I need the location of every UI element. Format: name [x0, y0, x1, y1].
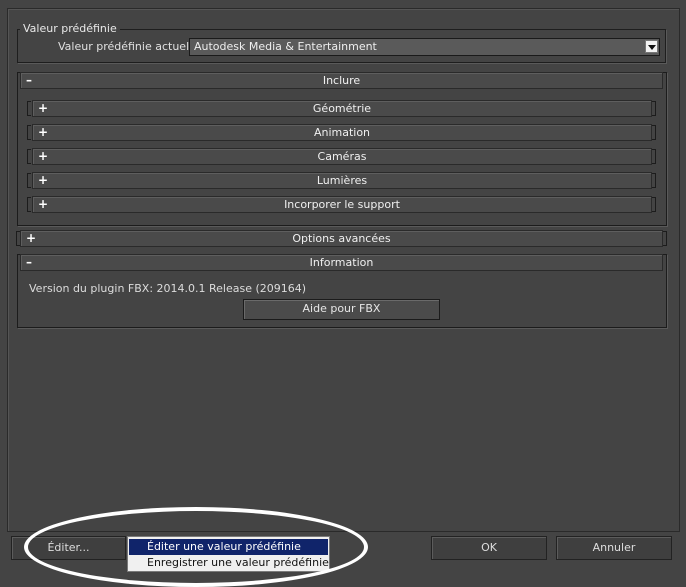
fbx-help-button[interactable]: Aide pour FBX [243, 299, 440, 320]
geometry-title: Géométrie [312, 102, 372, 115]
rollout-bracket [652, 149, 656, 164]
include-title: Inclure [322, 74, 361, 87]
current-preset-value: Autodesk Media & Entertainment [194, 40, 377, 53]
chevron-down-icon[interactable] [645, 40, 658, 53]
rollout-bracket [27, 125, 31, 140]
rollout-bracket [27, 149, 31, 164]
ok-button[interactable]: OK [431, 536, 547, 560]
rollout-bracket [27, 101, 31, 116]
plugin-version-text: Version du plugin FBX: 2014.0.1 Release … [29, 282, 307, 295]
include-rollout-header[interactable]: – Inclure [20, 72, 663, 89]
rollout-bracket [27, 197, 31, 212]
animation-rollout[interactable]: + Animation [32, 124, 652, 141]
cancel-button[interactable]: Annuler [556, 536, 672, 560]
rollout-bracket [27, 173, 31, 188]
rollout-bracket [652, 173, 656, 188]
cameras-title: Caméras [317, 150, 367, 163]
preset-group-title: Valeur prédéfinie [20, 22, 120, 35]
rollout-bracket [652, 197, 656, 212]
rollout-bracket [652, 101, 656, 116]
embed-media-rollout[interactable]: + Incorporer le support [32, 196, 652, 213]
geometry-rollout[interactable]: + Géométrie [32, 100, 652, 117]
advanced-options-title: Options avancées [292, 232, 391, 245]
information-rollout-header[interactable]: – Information [20, 254, 663, 271]
animation-title: Animation [313, 126, 371, 139]
advanced-options-rollout[interactable]: + Options avancées [20, 230, 663, 247]
rollout-bracket [663, 231, 667, 246]
information-title: Information [309, 256, 374, 269]
current-preset-label: Valeur prédéfinie actuelle: [58, 40, 203, 53]
cameras-rollout[interactable]: + Caméras [32, 148, 652, 165]
highlight-ellipse [24, 507, 368, 587]
embed-media-title: Incorporer le support [284, 198, 400, 211]
current-preset-dropdown[interactable]: Autodesk Media & Entertainment [189, 38, 660, 56]
rollout-bracket [652, 125, 656, 140]
lights-title: Lumières [316, 174, 368, 187]
lights-rollout[interactable]: + Lumières [32, 172, 652, 189]
